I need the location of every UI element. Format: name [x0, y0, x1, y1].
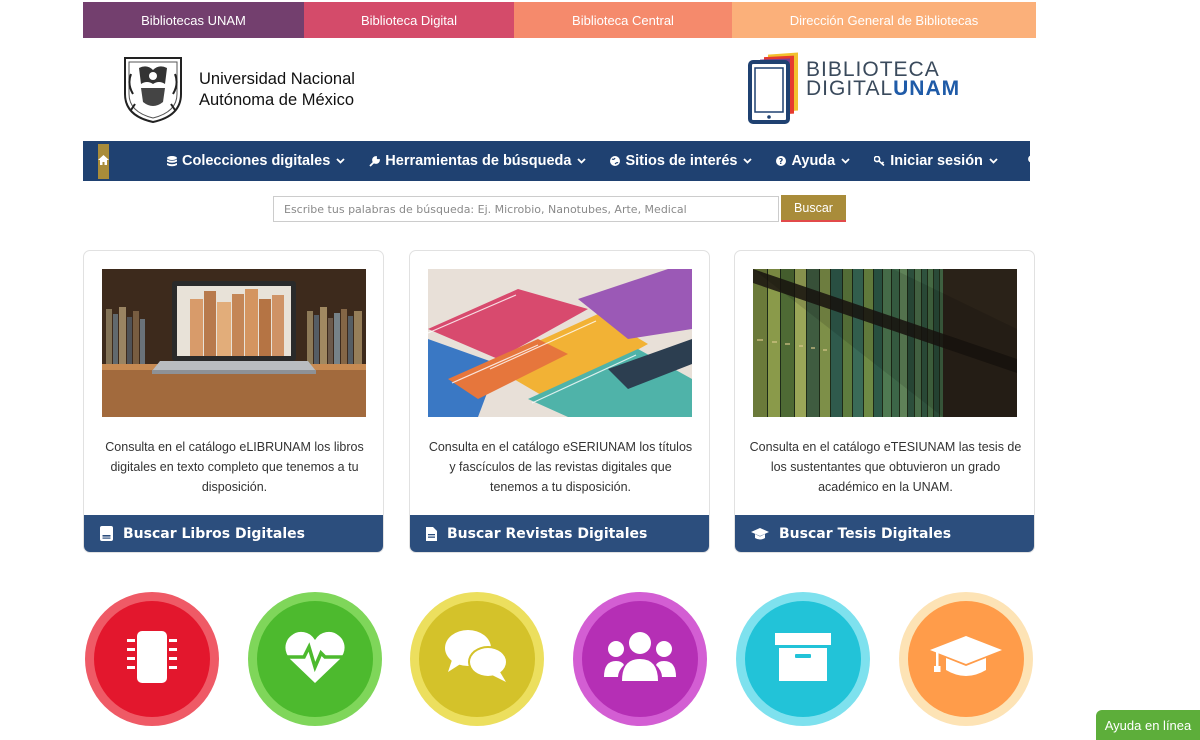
circle-education[interactable] — [899, 592, 1033, 726]
unam-name-line1: Universidad Nacional — [199, 70, 355, 88]
graduation-cap-icon — [751, 527, 769, 540]
graduation-cap-icon — [930, 634, 1002, 685]
document-icon — [426, 526, 437, 541]
buscar-revistas-button[interactable]: Buscar Revistas Digitales — [410, 515, 709, 552]
card-revistas: Consulta en el catálogo eSERIUNAM los tí… — [409, 250, 710, 553]
logo-unam: UNAM — [893, 77, 961, 100]
search-button[interactable]: Buscar — [781, 195, 846, 222]
search-input[interactable] — [273, 196, 779, 222]
circle-inner — [582, 601, 698, 717]
svg-text:?: ? — [779, 157, 784, 166]
logo-line2: DIGITALUNAM — [806, 77, 961, 100]
link-biblioteca-digital[interactable]: Biblioteca Digital — [304, 2, 514, 38]
wrench-icon — [369, 155, 381, 167]
book-icon — [100, 526, 113, 541]
circle-inner — [419, 601, 535, 717]
unam-name: Universidad Nacional Autónoma de México — [199, 69, 355, 111]
question-icon: ? — [776, 156, 787, 166]
circle-archive[interactable] — [736, 592, 870, 726]
ayuda-en-linea-button[interactable]: Ayuda en línea — [1096, 710, 1200, 740]
database-icon — [167, 155, 177, 167]
home-icon — [98, 152, 109, 170]
card-description: Consulta en el catálogo eLIBRUNAM los li… — [105, 440, 364, 494]
cta-label: Buscar Libros Digitales — [123, 525, 305, 542]
biblioteca-digital-logo-text: BIBLIOTECA DIGITALUNAM — [806, 59, 961, 100]
card-tesis: Consulta en el catálogo eTESIUNAM las te… — [734, 250, 1035, 553]
home-button[interactable] — [98, 143, 109, 179]
chevron-down-icon — [841, 158, 850, 164]
biblioteca-digital-logo-icon[interactable] — [748, 52, 808, 126]
circle-technology[interactable] — [85, 592, 219, 726]
chevron-down-icon — [743, 158, 753, 164]
nav-label: Sitios de interés — [625, 153, 738, 169]
card-description: Consulta en el catálogo eTESIUNAM las te… — [749, 440, 1022, 494]
nav-iniciar-sesion[interactable]: Iniciar sesión — [874, 153, 998, 169]
cta-label: Buscar Tesis Digitales — [779, 525, 952, 542]
bookshelf-photo — [753, 269, 1017, 417]
key-icon — [874, 156, 885, 166]
circle-inner — [908, 601, 1024, 717]
nav-label: Iniciar sesión — [890, 153, 983, 169]
nav-sitios-de-interes[interactable]: Sitios de interés — [610, 153, 753, 169]
nav-ayuda[interactable]: ? Ayuda — [776, 153, 850, 169]
cta-label: Buscar Revistas Digitales — [447, 525, 648, 542]
top-links-bar: Bibliotecas UNAM Biblioteca Digital Bibl… — [83, 2, 1036, 38]
chevron-down-icon — [577, 158, 587, 164]
microchip-icon — [122, 627, 182, 692]
users-icon — [604, 631, 676, 688]
unam-shield-logo[interactable] — [119, 54, 187, 124]
circle-inner — [94, 601, 210, 717]
nav-search-toggle[interactable] — [1028, 152, 1063, 170]
nav-label: Ayuda — [791, 153, 836, 169]
circle-inner — [745, 601, 861, 717]
link-bibliotecas-unam[interactable]: Bibliotecas UNAM — [83, 2, 304, 38]
search-icon — [1028, 152, 1039, 170]
nav-label: Herramientas de búsqueda — [385, 153, 572, 169]
card-libros: Consulta en el catálogo eLIBRUNAM los li… — [83, 250, 384, 553]
link-biblioteca-central[interactable]: Biblioteca Central — [514, 2, 732, 38]
circle-inner — [257, 601, 373, 717]
heartbeat-icon — [284, 629, 346, 690]
archive-icon — [773, 631, 833, 688]
chevron-down-icon — [1054, 158, 1063, 164]
logo-digital: DIGITAL — [806, 77, 894, 100]
main-nav: Colecciones digitales Herramientas de bú… — [83, 141, 1063, 181]
laptop-books-photo — [102, 269, 366, 417]
unam-name-line2: Autónoma de México — [199, 91, 355, 109]
nav-label: Colecciones digitales — [182, 153, 331, 169]
circle-community[interactable] — [573, 592, 707, 726]
chevron-down-icon — [989, 158, 998, 164]
buscar-libros-button[interactable]: Buscar Libros Digitales — [84, 515, 383, 552]
link-direccion-general[interactable]: Dirección General de Bibliotecas — [732, 2, 1036, 38]
nav-colecciones-digitales[interactable]: Colecciones digitales — [167, 153, 345, 169]
circle-health[interactable] — [248, 592, 382, 726]
card-description: Consulta en el catálogo eSERIUNAM los tí… — [428, 440, 693, 494]
circle-communication[interactable] — [410, 592, 544, 726]
comments-icon — [444, 628, 510, 691]
globe-icon — [610, 156, 621, 166]
nav-herramientas-de-busqueda[interactable]: Herramientas de búsqueda — [369, 153, 587, 169]
chevron-down-icon — [336, 158, 345, 164]
magazines-photo — [428, 269, 692, 417]
buscar-tesis-button[interactable]: Buscar Tesis Digitales — [735, 515, 1034, 552]
